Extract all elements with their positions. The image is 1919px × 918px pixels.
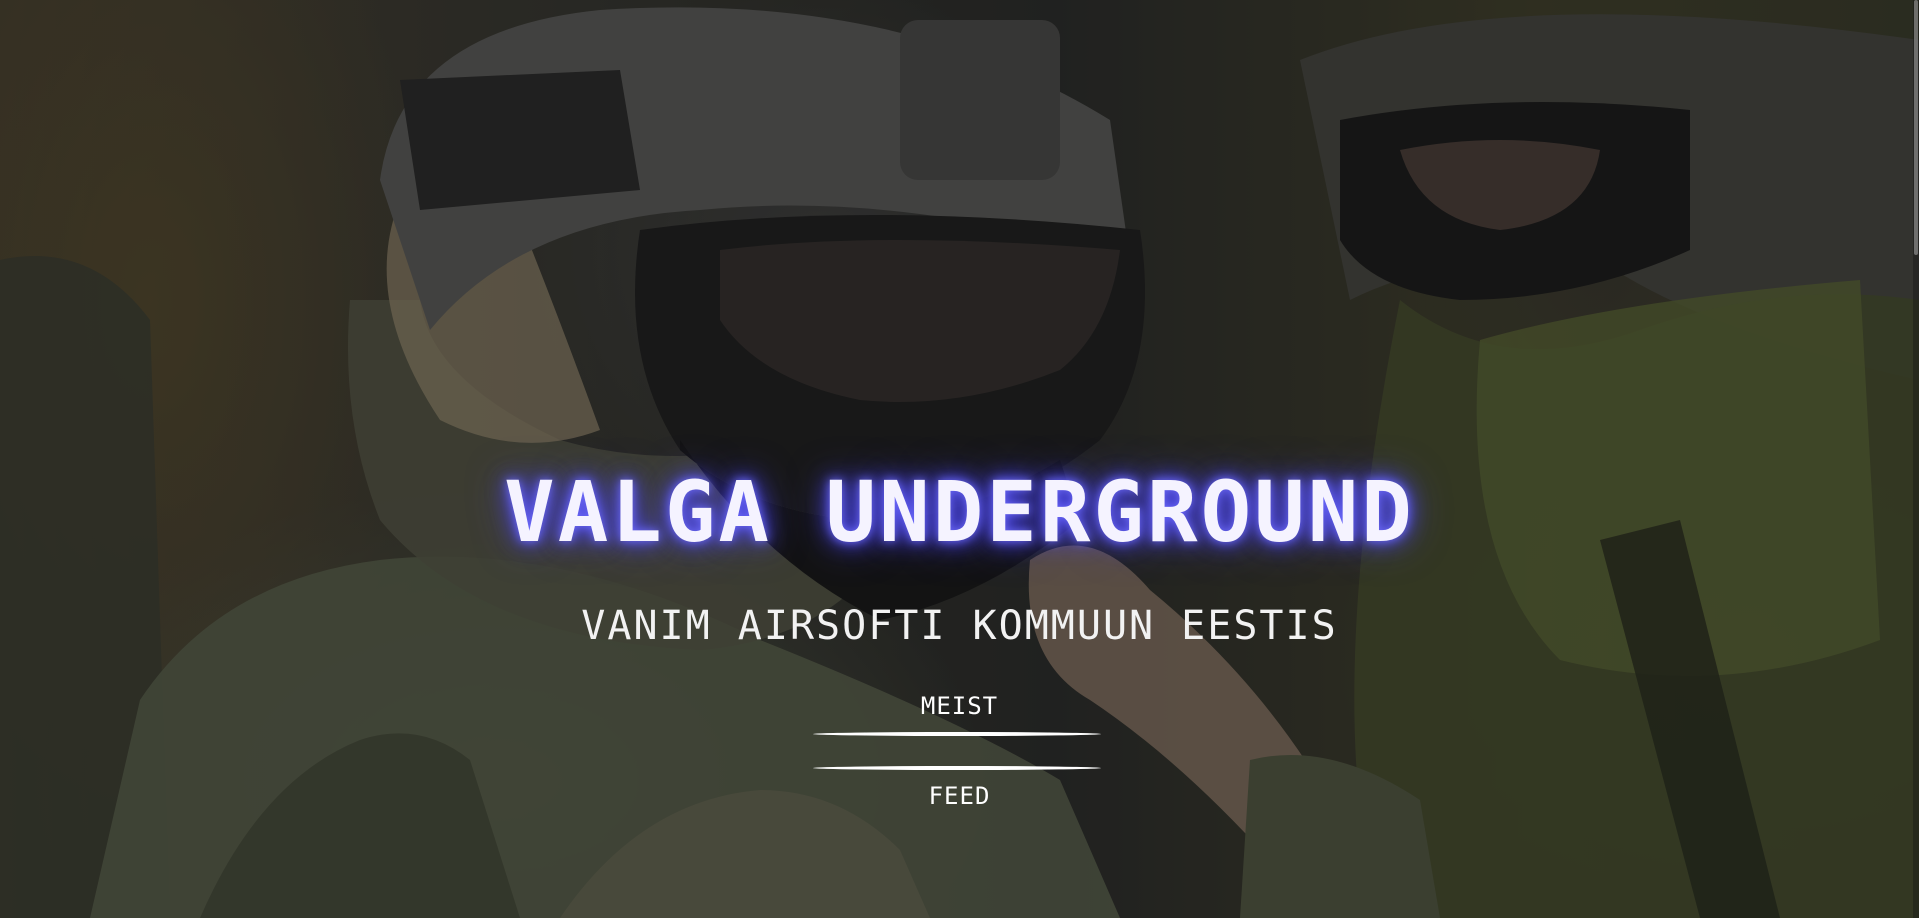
- nav-divider: [813, 766, 1101, 770]
- site-title: VALGA UNDERGROUND: [504, 463, 1415, 561]
- scrollbar-thumb[interactable]: [1914, 0, 1918, 255]
- site-tagline: VANIM AIRSOFTI KOMMUUN EESTIS: [581, 603, 1338, 649]
- nav-link-feed[interactable]: FEED: [0, 784, 1919, 808]
- hero-content: VALGA UNDERGROUND VANIM AIRSOFTI KOMMUUN…: [0, 0, 1919, 918]
- page-scrollbar[interactable]: [1913, 0, 1919, 918]
- nav-divider: [813, 732, 1101, 736]
- hero-section: VALGA UNDERGROUND VANIM AIRSOFTI KOMMUUN…: [0, 0, 1919, 918]
- nav-link-meist[interactable]: MEIST: [0, 694, 1919, 718]
